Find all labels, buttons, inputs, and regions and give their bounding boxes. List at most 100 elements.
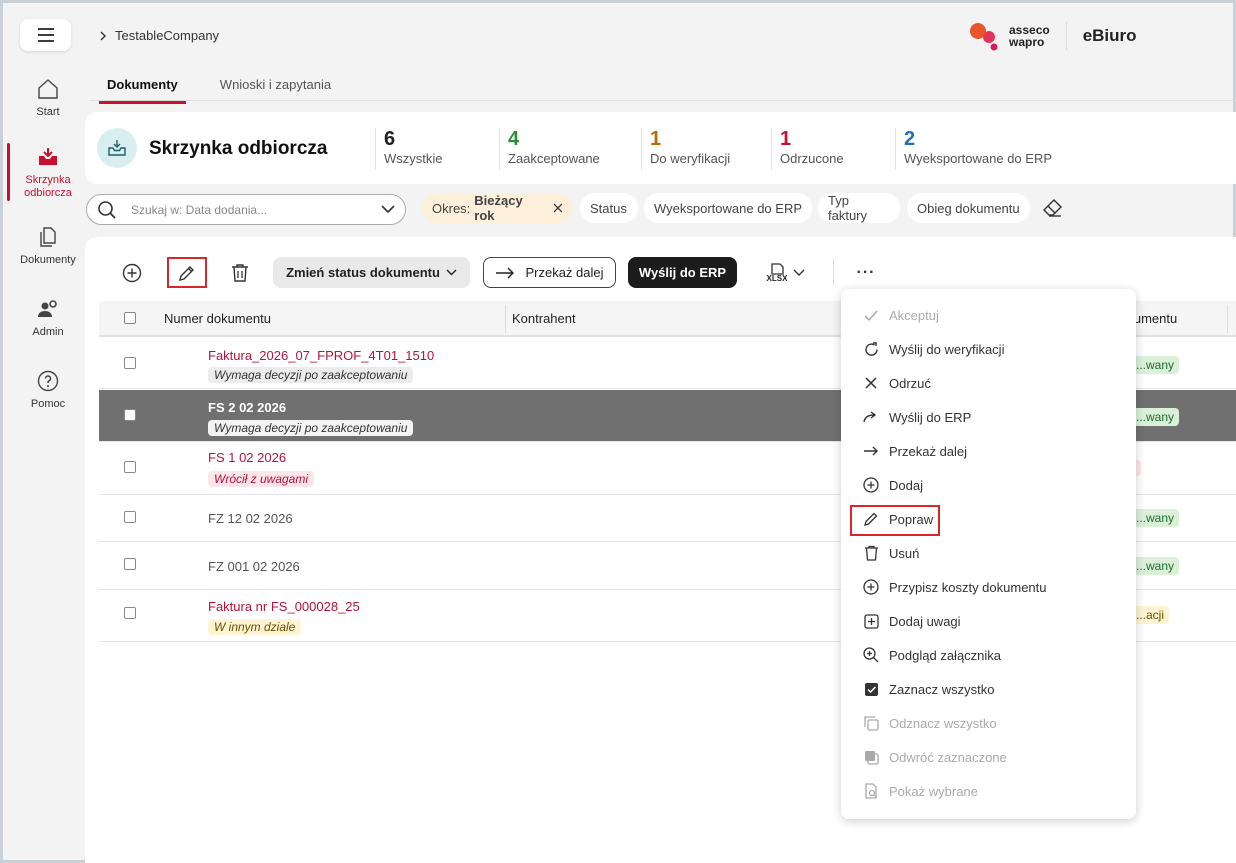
search-icon <box>98 200 116 219</box>
arrow-right-icon <box>496 267 515 278</box>
menu-item-send-to-verification[interactable]: Wyślij do weryfikacji <box>863 337 1004 361</box>
menu-item-forward[interactable]: Przekaż dalej <box>863 439 967 463</box>
copy-icon <box>863 715 879 731</box>
period-filter-chip[interactable]: Okres: Bieżący rok <box>422 193 573 223</box>
edit-button[interactable] <box>167 257 207 288</box>
header-divider <box>1227 305 1228 333</box>
add-button[interactable] <box>118 257 146 288</box>
menu-item-assign-costs[interactable]: Przypisz koszty dokumentu <box>863 575 1047 599</box>
select-all-checkbox[interactable] <box>124 312 136 324</box>
sidebar-item-admin[interactable]: Admin <box>7 297 89 339</box>
sidebar-item-label: Pomoc <box>30 398 66 410</box>
chevron-right-icon <box>100 31 106 40</box>
inbox-icon <box>39 148 57 165</box>
header-number[interactable]: Numer dokumentu <box>164 301 271 335</box>
trash-icon <box>864 545 878 561</box>
close-icon[interactable] <box>553 203 563 213</box>
inbox-download-icon <box>108 140 126 156</box>
menu-item-deselect-all[interactable]: Odznacz wszystko <box>863 711 997 735</box>
row-checkbox[interactable] <box>124 558 136 570</box>
row-tag: W innym dziale <box>208 619 302 635</box>
status-filter-chip[interactable]: Status <box>580 193 638 223</box>
status-badge: ...wany <box>1131 356 1180 374</box>
menu-item-delete[interactable]: Usuń <box>863 541 919 565</box>
change-status-button[interactable]: Zmień status dokumentu <box>273 257 470 288</box>
document-number[interactable]: FZ 001 02 2026 <box>208 559 300 574</box>
sidebar-item-help[interactable]: Pomoc <box>7 369 89 411</box>
send-to-erp-button[interactable]: Wyślij do ERP <box>628 257 737 288</box>
menu-item-label: Przekaż dalej <box>889 443 968 459</box>
sidebar-item-inbox[interactable]: Skrzynka odbiorcza <box>7 145 89 200</box>
stat-number: 1 <box>780 128 792 150</box>
chevron-down-icon[interactable] <box>381 205 395 214</box>
invert-icon <box>864 750 879 765</box>
exported-filter-chip[interactable]: Wyeksportowane do ERP <box>644 193 812 223</box>
document-number[interactable]: FS 1 02 2026 <box>208 450 286 465</box>
row-checkbox[interactable] <box>124 461 136 473</box>
forward-button[interactable]: Przekaż dalej <box>483 257 616 288</box>
chevron-down-icon <box>446 269 457 276</box>
stat-label: Odrzucone <box>780 151 844 166</box>
doc-flow-filter-chip[interactable]: Obieg dokumentu <box>907 193 1030 223</box>
stat-exported[interactable]: 2 Wyeksportowane do ERP <box>895 128 1052 170</box>
xlsx-label: XLSX <box>766 273 788 283</box>
help-icon <box>37 370 59 392</box>
summary-title: Skrzynka odbiorcza <box>149 138 328 159</box>
stat-label: Do weryfikacji <box>650 151 731 166</box>
status-badge: ...wany <box>1131 509 1180 527</box>
refresh-icon <box>864 341 878 356</box>
document-number[interactable]: FS 2 02 2026 <box>208 400 286 415</box>
documents-icon <box>40 227 56 247</box>
menu-item-label: Odwróć zaznaczone <box>889 749 1007 765</box>
stat-number: 2 <box>904 128 916 150</box>
asseco-logo-icon <box>970 23 998 51</box>
checkbox-checked-icon <box>864 682 878 696</box>
menu-item-invert-selection[interactable]: Odwróć zaznaczone <box>863 745 1007 769</box>
close-icon <box>865 377 877 389</box>
menu-item-send-to-erp[interactable]: Wyślij do ERP <box>863 405 971 429</box>
plus-circle-icon <box>863 579 879 595</box>
row-tag: Wymaga decyzji po zaakceptowaniu <box>208 367 414 383</box>
stat-all[interactable]: 6 Wszystkie <box>375 128 443 170</box>
menu-item-show-selected[interactable]: Pokaż wybrane <box>863 779 978 803</box>
invoice-type-filter-chip[interactable]: Typ faktury <box>818 193 900 223</box>
row-checkbox[interactable] <box>124 357 136 369</box>
menu-item-label: Odznacz wszystko <box>889 715 997 731</box>
logo-line2: wapro <box>1009 35 1045 49</box>
more-actions-button[interactable]: ··· <box>851 257 881 288</box>
sidebar-item-start[interactable]: Start <box>7 77 89 119</box>
tab-divider <box>89 100 1236 101</box>
menu-item-add[interactable]: Dodaj <box>863 473 923 497</box>
menu-item-select-all[interactable]: Zaznacz wszystko <box>863 677 994 701</box>
sidebar-item-label: Dokumenty <box>20 254 76 266</box>
arrow-right-icon <box>864 446 878 456</box>
row-checkbox[interactable] <box>124 607 136 619</box>
stat-rejected[interactable]: 1 Odrzucone <box>771 128 844 170</box>
period-value: Bieżący rok <box>474 193 523 223</box>
export-xlsx-button[interactable]: XLSX <box>763 257 809 288</box>
menu-item-edit[interactable]: Popraw <box>863 507 933 531</box>
delete-button[interactable] <box>226 257 254 288</box>
eraser-icon <box>1043 199 1062 217</box>
menu-item-preview-attachment[interactable]: Podgląd załącznika <box>863 643 1001 667</box>
menu-item-label: Pokaż wybrane <box>889 783 978 799</box>
row-checkbox[interactable] <box>124 409 136 421</box>
sidebar-item-documents[interactable]: Dokumenty <box>7 225 89 267</box>
header-contractor[interactable]: Kontrahent <box>512 301 576 335</box>
xlsx-icon: XLSX <box>766 262 788 283</box>
menu-item-accept[interactable]: Akceptuj <box>863 303 939 327</box>
document-number[interactable]: Faktura_2026_07_FPROF_4T01_1510 <box>208 348 434 363</box>
logo-divider <box>1065 22 1067 50</box>
document-number[interactable]: Faktura nr FS_000028_25 <box>208 599 360 614</box>
breadcrumb[interactable]: TestableCompany <box>99 28 219 43</box>
doc-search-icon <box>864 783 877 799</box>
stat-to-verify[interactable]: 1 Do weryfikacji <box>641 128 730 170</box>
menu-item-add-notes[interactable]: Dodaj uwagi <box>863 609 961 633</box>
clear-filters-button[interactable] <box>1041 198 1063 218</box>
stat-accepted[interactable]: 4 Zaakceptowane <box>499 128 600 170</box>
document-number[interactable]: FZ 12 02 2026 <box>208 511 293 526</box>
search-field[interactable]: Szukaj w: Data dodania... <box>86 194 406 225</box>
hamburger-menu-button[interactable] <box>20 19 71 51</box>
row-checkbox[interactable] <box>124 511 136 523</box>
menu-item-reject[interactable]: Odrzuć <box>863 371 931 395</box>
